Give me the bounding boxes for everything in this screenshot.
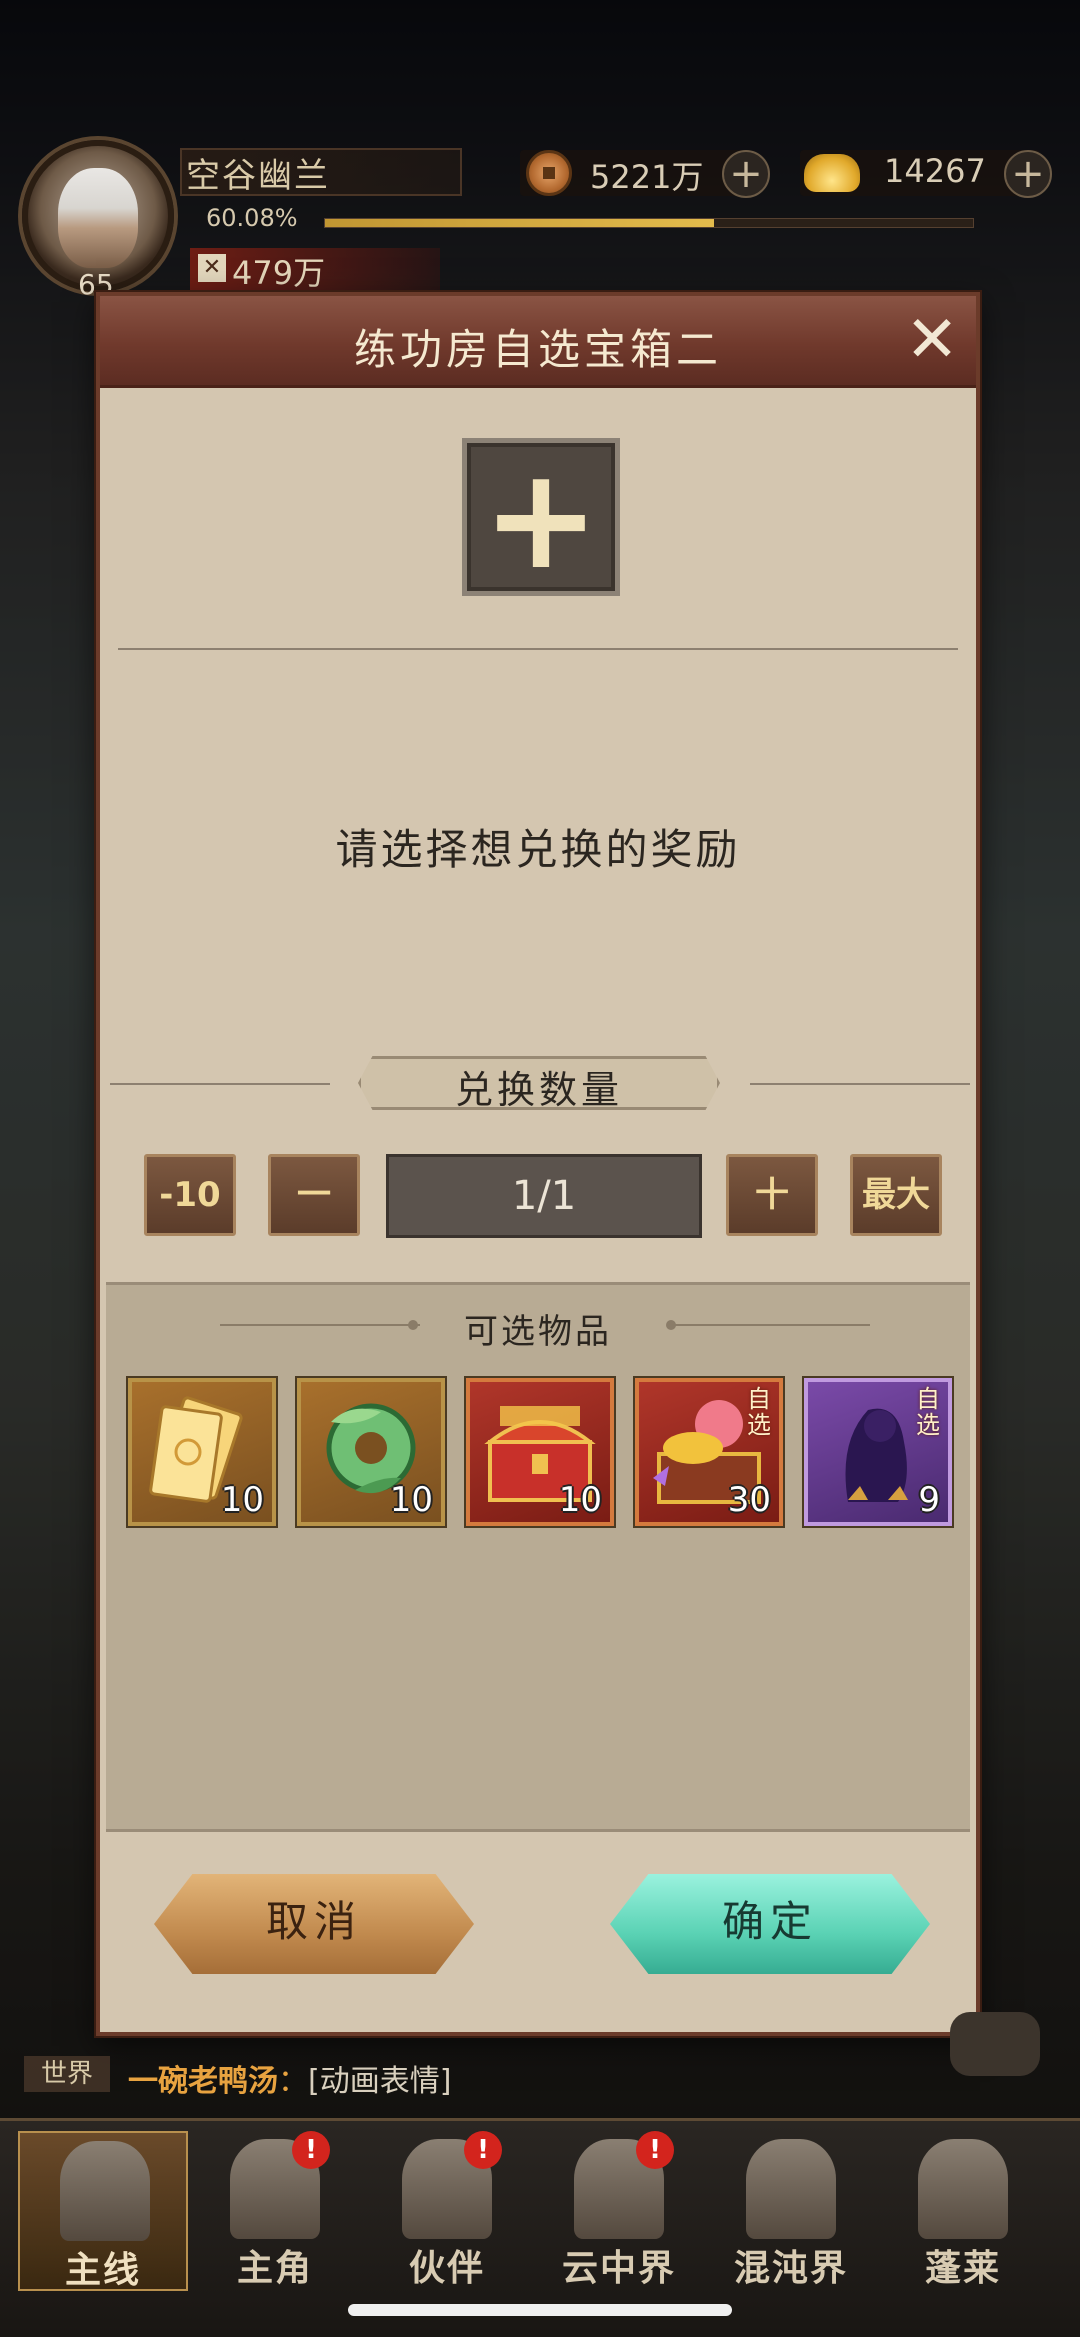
item-shadow-character[interactable]: 自选 9 (804, 1378, 952, 1526)
optional-tag: 自选 (747, 1385, 771, 1439)
minus-ten-button[interactable]: -10 (144, 1154, 236, 1236)
item-count: 9 (918, 1480, 940, 1520)
nav-chaos-realm[interactable]: 混沌界 (706, 2131, 876, 2291)
quantity-field[interactable]: 1/1 (386, 1154, 702, 1238)
item-count: 30 (727, 1480, 771, 1520)
add-copper-button[interactable]: + (722, 150, 770, 198)
gold-ingot-icon (804, 154, 860, 192)
chat-text: [动画表情] (308, 2064, 452, 2099)
crossed-swords-icon (60, 2141, 150, 2241)
copper-amount: 5221万 (590, 158, 704, 196)
item-red-chest[interactable]: 10 (466, 1378, 614, 1526)
qty-line-right (750, 1083, 970, 1085)
select-prompt: 请选择想兑换的奖励 (335, 825, 741, 874)
reward-slot[interactable]: + (462, 438, 620, 596)
exp-percent: 60.08% (206, 204, 298, 232)
close-button[interactable]: ✕ (902, 308, 962, 372)
minus-button[interactable]: 一 (268, 1154, 360, 1236)
dialog-header: 练功房自选宝箱二 ✕ (100, 296, 976, 388)
item-gold-ticket[interactable]: 10 (128, 1378, 276, 1526)
combat-power: 479万 (232, 254, 326, 292)
exp-bar-fill (325, 219, 714, 227)
copper-coin-icon (526, 150, 572, 196)
confirm-button[interactable]: 确定 (610, 1874, 930, 1974)
player-hud: 65 空谷幽兰 60.08% ✕ 479万 5221万 + 14267 + (0, 130, 1080, 301)
nav-penglai[interactable]: 蓬莱 (878, 2131, 1048, 2291)
item-count: 10 (220, 1480, 264, 1520)
nav-label: 云中界 (561, 2247, 676, 2289)
home-indicator (348, 2304, 732, 2316)
player-name: 空谷幽兰 (186, 156, 330, 196)
sage-icon (918, 2139, 1008, 2239)
item-jade-pendant[interactable]: 10 (297, 1378, 445, 1526)
add-slot-icon: + (482, 438, 600, 601)
chat-feed[interactable]: 世界 一碗老鸭汤：[动画表情] (24, 2012, 1064, 2099)
exp-bar (324, 218, 974, 228)
nav-label: 混沌界 (733, 2247, 848, 2289)
avatar-portrait (58, 168, 138, 268)
items-title: 可选物品 (464, 1312, 612, 1352)
select-reward-dialog: 练功房自选宝箱二 ✕ + 请选择想兑换的奖励 兑换数量 -10 一 1/1 十 … (96, 292, 980, 2036)
alert-badge: ! (636, 2131, 674, 2169)
item-count: 10 (558, 1480, 602, 1520)
power-icon: ✕ (198, 254, 226, 282)
add-gold-button[interactable]: + (1004, 150, 1052, 198)
qty-line-left (110, 1083, 330, 1085)
nav-main-story[interactable]: 主线 (18, 2131, 188, 2291)
nav-cloud-realm[interactable]: ! 云中界 (534, 2131, 704, 2291)
nav-label: 蓬莱 (924, 2247, 1001, 2289)
nav-label: 伙伴 (408, 2247, 485, 2289)
divider (118, 648, 958, 650)
alert-badge: ! (292, 2131, 330, 2169)
nav-hero[interactable]: ! 主角 (190, 2131, 360, 2291)
max-button[interactable]: 最大 (850, 1154, 942, 1236)
nav-partners[interactable]: ! 伙伴 (362, 2131, 532, 2291)
cancel-button[interactable]: 取消 (154, 1874, 474, 1974)
shrine-icon (746, 2139, 836, 2239)
item-count: 10 (389, 1480, 433, 1520)
chat-row: 世界 一碗老鸭汤：[动画表情] (24, 2052, 1064, 2099)
chat-bubble-icon[interactable] (950, 2012, 1040, 2076)
selectable-items-panel (106, 1282, 970, 1832)
nav-label: 主线 (64, 2249, 141, 2291)
qty-label: 兑换数量 (454, 1068, 623, 1112)
chat-message: 一碗老鸭汤：[动画表情] (128, 2064, 452, 2099)
chat-channel: 世界 (24, 2056, 110, 2092)
dialog-title: 练功房自选宝箱二 (353, 325, 722, 374)
chat-sender: 一碗老鸭汤 (128, 2064, 278, 2099)
optional-tag: 自选 (916, 1385, 940, 1439)
plus-button[interactable]: 十 (726, 1154, 818, 1236)
alert-badge: ! (464, 2131, 502, 2169)
nav-label: 主角 (236, 2247, 313, 2289)
gold-amount: 14267 (884, 152, 986, 190)
item-gold-chest[interactable]: 自选 30 (635, 1378, 783, 1526)
